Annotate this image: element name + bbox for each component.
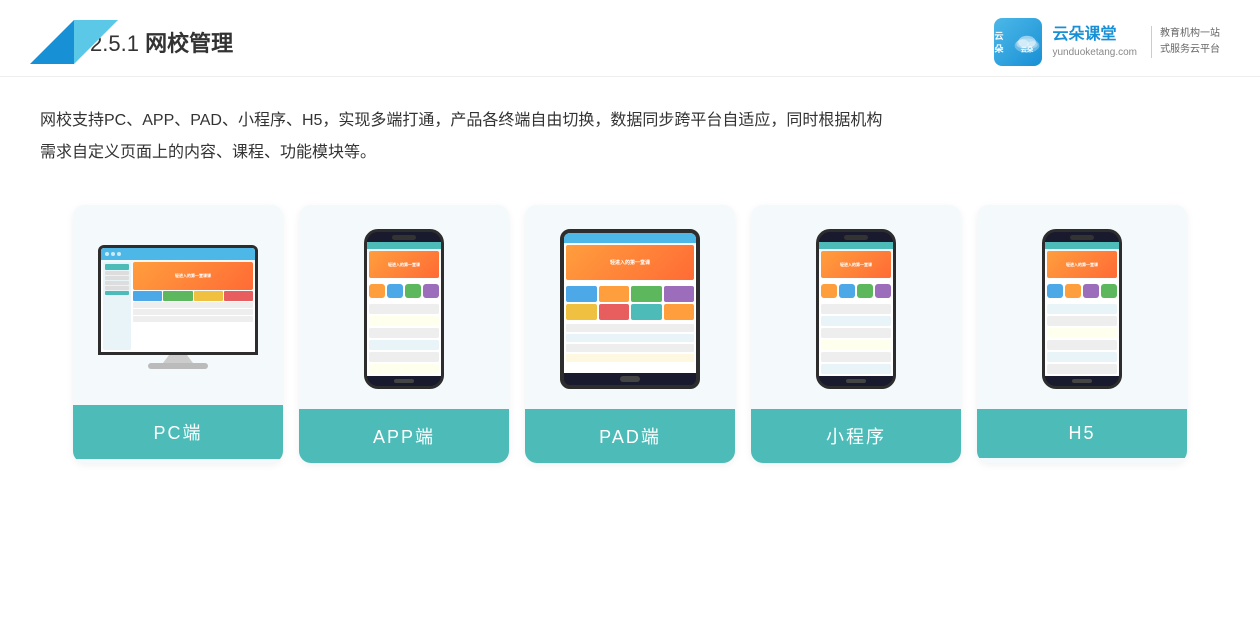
slogan-line1: 教育机构一站 [1160, 26, 1220, 42]
brand-logo: 云朵 云朵课堂 yunduoketang.com 教育机构一站 式服务云平台 [994, 18, 1220, 66]
card-h5: 轻进入的第一堂课 [977, 205, 1187, 463]
brand-icon: 云朵 [994, 18, 1042, 66]
desc-line1: 网校支持PC、APP、PAD、小程序、H5，实现多端打通，产品各终端自由切换，数… [40, 105, 1220, 137]
pad-device: 轻进入的第一堂课 [560, 229, 700, 389]
cards-container: 轻进入的第一堂课课 [0, 185, 1260, 493]
card-pc-label: PC端 [73, 405, 283, 459]
card-miniprogram: 轻进入的第一堂课 [751, 205, 961, 463]
card-app: 轻进入的第一堂课 [299, 205, 509, 463]
miniprogram-phone: 轻进入的第一堂课 [816, 229, 896, 389]
card-pad-image: 轻进入的第一堂课 [525, 205, 735, 409]
description-text: 网校支持PC、APP、PAD、小程序、H5，实现多端打通，产品各终端自由切换，数… [0, 77, 1260, 185]
h5-phone: 轻进入的第一堂课 [1042, 229, 1122, 389]
app-phone: 轻进入的第一堂课 [364, 229, 444, 389]
brand-url: yunduoketang.com [1052, 46, 1137, 59]
card-pc: 轻进入的第一堂课课 [73, 205, 283, 463]
monitor-base [148, 363, 208, 369]
monitor-screen: 轻进入的第一堂课课 [98, 245, 258, 355]
card-miniprogram-image: 轻进入的第一堂课 [751, 205, 961, 409]
card-pad-label: PAD端 [525, 409, 735, 463]
section-title: 网校管理 [145, 31, 233, 56]
card-app-image: 轻进入的第一堂课 [299, 205, 509, 409]
card-app-label: APP端 [299, 409, 509, 463]
pc-monitor: 轻进入的第一堂课课 [98, 245, 258, 369]
slogan-line2: 式服务云平台 [1160, 42, 1220, 58]
card-miniprogram-label: 小程序 [751, 409, 961, 463]
logo-icon [30, 20, 74, 64]
desc-line2: 需求自定义页面上的内容、课程、功能模块等。 [40, 137, 1220, 169]
brand-text: 云朵课堂 yunduoketang.com [1052, 25, 1137, 59]
card-h5-image: 轻进入的第一堂课 [977, 205, 1187, 409]
brand-name: 云朵课堂 [1052, 25, 1137, 46]
card-pad: 轻进入的第一堂课 [525, 205, 735, 463]
page-header: 2.5.1 网校管理 云朵 云朵课堂 yunduoketang.com 教育机构… [0, 0, 1260, 77]
header-left: 2.5.1 网校管理 [30, 20, 233, 64]
svg-text:云朵: 云朵 [1020, 46, 1033, 54]
brand-slogan: 教育机构一站 式服务云平台 [1151, 26, 1220, 58]
card-pc-image: 轻进入的第一堂课课 [73, 205, 283, 405]
card-h5-label: H5 [977, 409, 1187, 458]
monitor-stand [163, 355, 193, 363]
